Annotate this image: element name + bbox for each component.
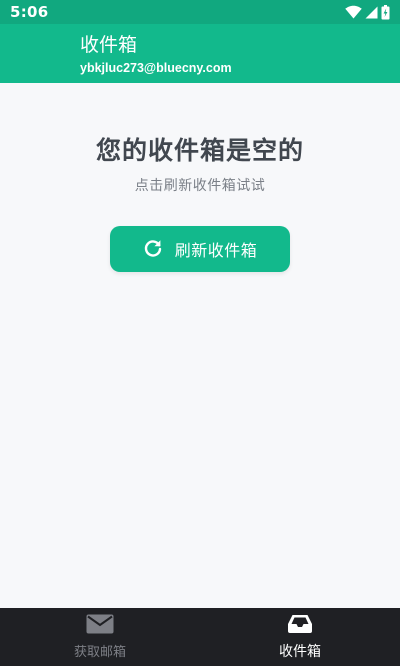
account-email: ybkjluc273@bluecny.com xyxy=(80,61,232,75)
inbox-content: 您的收件箱是空的 点击刷新收件箱试试 刷新收件箱 xyxy=(0,83,400,608)
nav-item-label: 收件箱 xyxy=(279,643,321,660)
nav-item-inbox[interactable]: 收件箱 xyxy=(200,608,400,666)
nav-item-label: 获取邮箱 xyxy=(73,645,126,660)
nav-item-get-email[interactable]: 获取邮箱 xyxy=(0,608,200,666)
status-time: 5:06 xyxy=(10,3,49,21)
mail-icon xyxy=(86,614,114,638)
battery-icon xyxy=(381,4,390,20)
refresh-icon xyxy=(143,238,163,261)
refresh-inbox-button[interactable]: 刷新收件箱 xyxy=(110,226,290,272)
refresh-inbox-label: 刷新收件箱 xyxy=(174,243,258,260)
bottom-nav: 获取邮箱 收件箱 xyxy=(0,608,400,666)
empty-state-title: 您的收件箱是空的 xyxy=(95,136,304,165)
signal-icon xyxy=(365,6,378,19)
page-title: 收件箱 xyxy=(80,34,138,56)
status-icons xyxy=(345,4,390,20)
inbox-icon xyxy=(287,614,313,638)
status-bar: 5:06 xyxy=(0,0,400,24)
wifi-icon xyxy=(345,5,362,19)
app-bar: 收件箱 ybkjluc273@bluecny.com xyxy=(0,24,400,83)
empty-state-hint: 点击刷新收件箱试试 xyxy=(134,178,266,194)
